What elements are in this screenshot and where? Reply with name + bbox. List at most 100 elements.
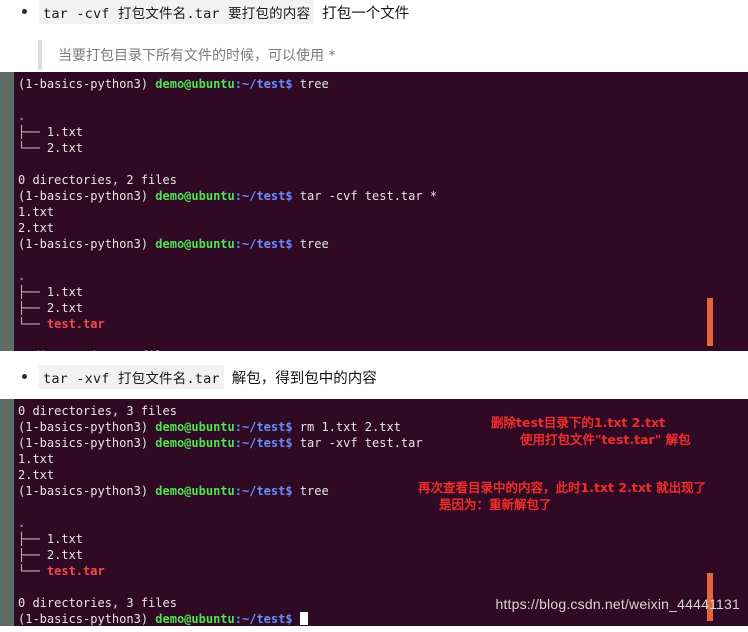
tree-file-name: test.tar xyxy=(46,317,105,331)
tree-root: . xyxy=(18,516,26,530)
prompt-env: (1-basics-python3) xyxy=(18,77,156,91)
terminal-line: (1-basics-python3) demo@ubuntu:~/test$ t… xyxy=(18,188,748,204)
tree-branch-glyph: ├── xyxy=(18,548,47,562)
terminal-output-text: 0 directories, 3 files xyxy=(18,404,177,418)
bullet-item-tar-cvf: tar -cvf 打包文件名.tar 要打包的内容 打包一个文件 xyxy=(0,0,748,34)
terminal-line: └── 2.txt xyxy=(18,140,748,156)
prompt-user-host: demo@ubuntu xyxy=(155,420,235,434)
prompt-path: :~/test$ xyxy=(234,420,293,434)
annotation-tree-again: 再次查看目录中的内容，此时1.txt 2.txt 就出现了 xyxy=(418,480,707,495)
terminal-line: 0 directories, 2 files xyxy=(18,172,748,188)
tree-file-name: 1.txt xyxy=(46,532,84,546)
tree-file-name: test.tar xyxy=(46,564,105,578)
watermark-blog-url: https://blog.csdn.net/weixin_44441131 xyxy=(495,596,740,612)
prompt-path: :~/test$ xyxy=(234,436,293,450)
blockquote-bar xyxy=(38,40,42,70)
tree-file-name: 2.txt xyxy=(46,548,84,562)
tree-branch-glyph: ├── xyxy=(18,285,47,299)
annotation-unpack-tar: 使用打包文件"test.tar" 解包 xyxy=(520,432,691,447)
terminal-output-text: 0 directories, 3 files xyxy=(18,596,177,610)
terminal-window-unpack[interactable]: 0 directories, 3 files (1-basics-python3)… xyxy=(0,399,748,626)
prompt-user-host: demo@ubuntu xyxy=(155,237,235,251)
terminal-output-text: 0 directories, 3 files xyxy=(18,349,177,351)
terminal-line: ├── 1.txt xyxy=(18,284,748,300)
terminal-output-text: 0 directories, 2 files xyxy=(18,173,177,187)
section-two-text: tar -xvf 打包文件名.tar 解包，得到包中的内容 xyxy=(0,365,748,399)
terminal-line: (1-basics-python3) demo@ubuntu:~/test$ t… xyxy=(18,236,748,252)
inline-code-tar-cvf: tar -cvf 打包文件名.tar 要打包的内容 xyxy=(39,0,315,24)
terminal-output-text: 1.txt xyxy=(18,452,55,466)
terminal-line: ├── 2.txt xyxy=(18,300,748,316)
bullet-description-xvf: 解包，得到包中的内容 xyxy=(231,371,377,387)
tree-file-name: 2.txt xyxy=(46,301,84,315)
prompt-env: (1-basics-python3) xyxy=(18,484,156,498)
bullet-item-tar-xvf: tar -xvf 打包文件名.tar 解包，得到包中的内容 xyxy=(0,365,748,399)
terminal-command: rm 1.txt 2.txt xyxy=(292,420,401,434)
annotation-reason: 是因为：重新解包了 xyxy=(439,497,552,512)
tree-branch-glyph: └── xyxy=(18,564,47,578)
terminal-line: (1-basics-python3) demo@ubuntu:~/test$ t… xyxy=(18,76,748,92)
tree-branch-glyph: ├── xyxy=(18,301,47,315)
prompt-user-host: demo@ubuntu xyxy=(155,436,235,450)
blockquote-wildcard-note: 当要打包目录下所有文件的时候，可以使用 * xyxy=(0,38,748,72)
tree-branch-glyph: ├── xyxy=(18,532,47,546)
tree-branch-glyph: └── xyxy=(18,317,47,331)
terminal-command xyxy=(293,612,300,626)
tree-root: . xyxy=(18,109,26,123)
section-one-text: tar -cvf 打包文件名.tar 要打包的内容 打包一个文件 当要打包目录下… xyxy=(0,0,748,72)
terminal-line: ├── 1.txt xyxy=(18,124,748,140)
bullet-dot-icon xyxy=(22,9,27,14)
terminal-cursor xyxy=(299,612,308,625)
prompt-env: (1-basics-python3) xyxy=(18,436,156,450)
terminal-output-text: 2.txt xyxy=(18,468,55,482)
terminal-line: . xyxy=(18,268,748,284)
terminal-line: 2.txt xyxy=(18,220,748,236)
prompt-env: (1-basics-python3) xyxy=(18,237,156,251)
tree-file-name: 1.txt xyxy=(46,125,84,139)
terminal-command: tar -cvf test.tar * xyxy=(292,189,438,203)
terminal-scrollbar-pack[interactable] xyxy=(707,298,713,346)
prompt-env: (1-basics-python3) xyxy=(18,612,156,626)
terminal-line: . xyxy=(18,515,748,531)
spacer-one xyxy=(0,351,748,365)
prompt-env: (1-basics-python3) xyxy=(18,189,156,203)
bullet-description-cvf: 打包一个文件 xyxy=(322,6,410,22)
prompt-user-host: demo@ubuntu xyxy=(155,77,235,91)
terminal-line: 1.txt xyxy=(18,204,748,220)
terminal-line: 1.txt xyxy=(18,451,748,467)
prompt-user-host: demo@ubuntu xyxy=(155,612,235,626)
terminal-command: tree xyxy=(292,77,329,91)
terminal-output-text: 2.txt xyxy=(18,221,55,235)
prompt-path: :~/test$ xyxy=(234,189,293,203)
terminal-line: ├── 2.txt xyxy=(18,547,748,563)
tree-branch-glyph: ├── xyxy=(18,125,47,139)
prompt-user-host: demo@ubuntu xyxy=(155,484,235,498)
prompt-path: :~/test$ xyxy=(234,77,293,91)
terminal-window-pack[interactable]: (1-basics-python3) demo@ubuntu:~/test$ t… xyxy=(0,72,748,351)
tree-file-name: 1.txt xyxy=(46,285,84,299)
bullet-dot-icon xyxy=(22,374,27,379)
prompt-path: :~/test$ xyxy=(234,237,293,251)
terminal-line: └── test.tar xyxy=(18,316,748,332)
terminal-output-pack: (1-basics-python3) demo@ubuntu:~/test$ t… xyxy=(14,72,748,351)
prompt-path: :~/test$ xyxy=(234,612,293,626)
terminal-line: (1-basics-python3) demo@ubuntu:~/test$ xyxy=(18,611,748,626)
prompt-env: (1-basics-python3) xyxy=(18,420,156,434)
prompt-path: :~/test$ xyxy=(234,484,293,498)
inline-code-tar-xvf: tar -xvf 打包文件名.tar xyxy=(39,365,224,389)
terminal-line: └── test.tar xyxy=(18,563,748,579)
terminal-output-text: 1.txt xyxy=(18,205,55,219)
tree-file-name: 2.txt xyxy=(46,141,84,155)
tree-root: . xyxy=(18,269,26,283)
terminal-command: tree xyxy=(292,484,329,498)
terminal-line: . xyxy=(18,108,748,124)
prompt-user-host: demo@ubuntu xyxy=(155,189,235,203)
blockquote-text: 当要打包目录下所有文件的时候，可以使用 * xyxy=(58,48,336,64)
terminal-command: tree xyxy=(292,237,329,251)
